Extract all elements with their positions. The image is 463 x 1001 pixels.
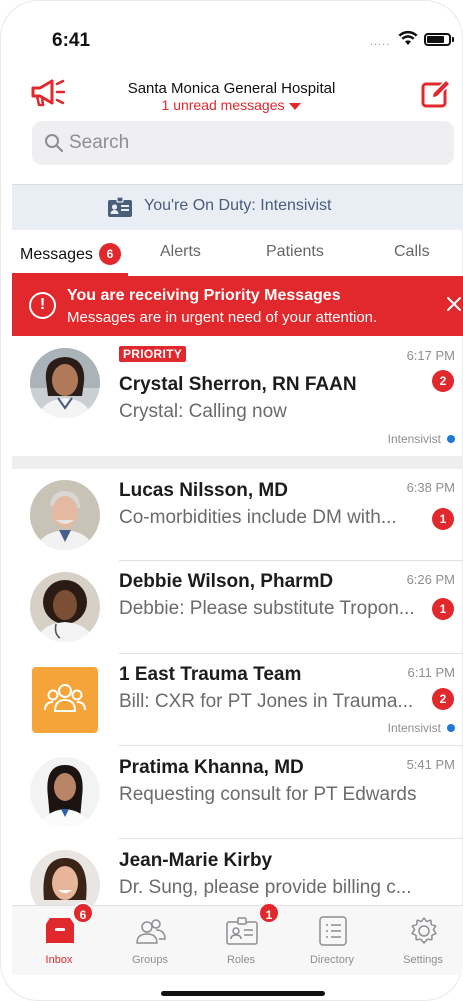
search-placeholder: Search: [69, 132, 130, 153]
priority-banner[interactable]: ! You are receiving Priority Messages Me…: [12, 276, 463, 336]
contact-name: Lucas Nilsson, MD: [119, 480, 288, 501]
avatar: [30, 757, 100, 827]
unread-count-badge: 2: [432, 370, 454, 392]
cellular-signal: .....: [370, 36, 391, 48]
contact-name: Crystal Sherron, RN FAAN: [119, 374, 357, 395]
tab-settings[interactable]: Settings: [378, 906, 463, 976]
app-header: Santa Monica General Hospital 1 unread m…: [0, 70, 463, 120]
message-time: 6:17 PM: [406, 348, 455, 363]
conversation-row[interactable]: Debbie Wilson, PharmD 6:26 PM Debbie: Pl…: [12, 561, 463, 654]
contact-name: Pratima Khanna, MD: [119, 757, 304, 778]
conversation-row[interactable]: Lucas Nilsson, MD 6:38 PM Co-morbidities…: [12, 469, 463, 561]
status-dot: [447, 724, 455, 732]
team-icon: [44, 684, 86, 712]
message-preview: Bill: CXR for PT Jones in Trauma...: [119, 691, 414, 712]
search-input[interactable]: Search: [32, 121, 454, 165]
inbox-icon: [46, 918, 74, 943]
tab-roles[interactable]: 1 Roles: [196, 902, 286, 976]
tab-calls[interactable]: Calls: [394, 243, 430, 261]
roles-icon: [226, 917, 258, 945]
group-avatar: [32, 667, 98, 733]
tab-patients[interactable]: Patients: [266, 243, 324, 261]
home-indicator[interactable]: [161, 991, 325, 996]
tab-messages[interactable]: Messages 6: [20, 243, 121, 265]
section-divider: [12, 456, 463, 469]
id-badge-icon: [108, 196, 132, 217]
message-preview: Requesting consult for PT Edwards: [119, 784, 417, 805]
message-time: 6:11 PM: [407, 665, 455, 680]
directory-icon: [319, 916, 347, 946]
banner-title: You are receiving Priority Messages: [67, 287, 341, 304]
alert-icon: !: [29, 292, 56, 319]
tab-alerts[interactable]: Alerts: [160, 243, 201, 261]
message-time: 6:38 PM: [406, 480, 455, 495]
role-label: Intensivist: [387, 432, 441, 446]
inbox-count-badge: 6: [72, 902, 94, 924]
avatar: [30, 348, 100, 418]
avatar: [30, 480, 100, 550]
search-icon: [45, 134, 64, 153]
contact-name: Debbie Wilson, PharmD: [119, 571, 334, 592]
message-time: 5:41 PM: [406, 757, 455, 772]
bottom-tab-bar: 6 Inbox Groups 1 Roles Directory Setting…: [12, 902, 463, 976]
compose-icon[interactable]: [420, 78, 452, 110]
message-preview: Crystal: Calling now: [119, 401, 287, 422]
unread-count-badge: 1: [432, 598, 454, 620]
tab-bar-top: Messages 6 Alerts Patients Calls: [12, 230, 463, 276]
groups-icon: [136, 919, 166, 944]
duty-status: You're On Duty: Intensivist: [144, 197, 332, 214]
tab-directory[interactable]: Directory: [287, 906, 377, 976]
messages-count-badge: 6: [98, 243, 121, 265]
tab-roles-label: Roles: [226, 954, 256, 966]
message-preview: Co-morbidities include DM with...: [119, 507, 397, 528]
conversation-row[interactable]: PRIORITY 6:17 PM Crystal Sherron, RN FAA…: [12, 336, 463, 456]
conversation-row[interactable]: Pratima Khanna, MD 5:41 PM Requesting co…: [12, 746, 463, 839]
tab-messages-label: Messages: [20, 246, 93, 263]
unread-count-text: 1 unread messages: [161, 97, 285, 113]
phone-screen: 6:41 ..... Santa Monica General Hospital…: [0, 0, 463, 1001]
gear-icon: [411, 917, 437, 944]
tab-directory-label: Directory: [309, 954, 354, 966]
role-indicator: Intensivist: [388, 432, 455, 446]
status-time: 6:41: [52, 30, 91, 51]
hospital-title[interactable]: Santa Monica General Hospital: [0, 80, 463, 97]
contact-name: Jean-Marie Kirby: [119, 850, 273, 871]
battery-icon: [424, 33, 454, 46]
message-preview: Dr. Sung, please provide billing c...: [119, 877, 412, 898]
tab-groups-label: Groups: [131, 954, 169, 966]
conversation-row[interactable]: 1 East Trauma Team 6:11 PM Bill: CXR for…: [12, 654, 463, 746]
duty-banner[interactable]: You're On Duty: Intensivist: [12, 185, 463, 230]
unread-selector[interactable]: 1 unread messages: [0, 97, 463, 113]
role-label: Intensivist: [387, 721, 441, 735]
tab-inbox-label: Inbox: [45, 954, 73, 966]
wifi-icon: [398, 30, 418, 45]
tab-groups[interactable]: Groups: [105, 906, 195, 976]
contact-name: 1 East Trauma Team: [119, 664, 302, 685]
unread-count-badge: 1: [432, 508, 454, 530]
unread-count-badge: 2: [432, 688, 454, 710]
roles-count-badge: 1: [258, 902, 280, 924]
banner-body: Messages are in urgent need of your atte…: [67, 309, 378, 326]
tab-inbox[interactable]: 6 Inbox: [14, 902, 104, 976]
avatar: [30, 572, 100, 642]
avatar: [30, 850, 100, 905]
message-preview: Debbie: Please substitute Tropon...: [119, 598, 415, 619]
conversation-row[interactable]: Jean-Marie Kirby Dr. Sung, please provid…: [12, 839, 463, 905]
close-icon[interactable]: [446, 296, 462, 312]
caret-down-icon: [289, 102, 302, 110]
status-dot: [447, 435, 455, 443]
role-indicator: Intensivist: [388, 721, 455, 735]
status-bar: 6:41 .....: [0, 0, 463, 70]
priority-tag: PRIORITY: [119, 346, 187, 362]
message-time: 6:26 PM: [406, 572, 455, 587]
tab-settings-label: Settings: [403, 954, 443, 966]
